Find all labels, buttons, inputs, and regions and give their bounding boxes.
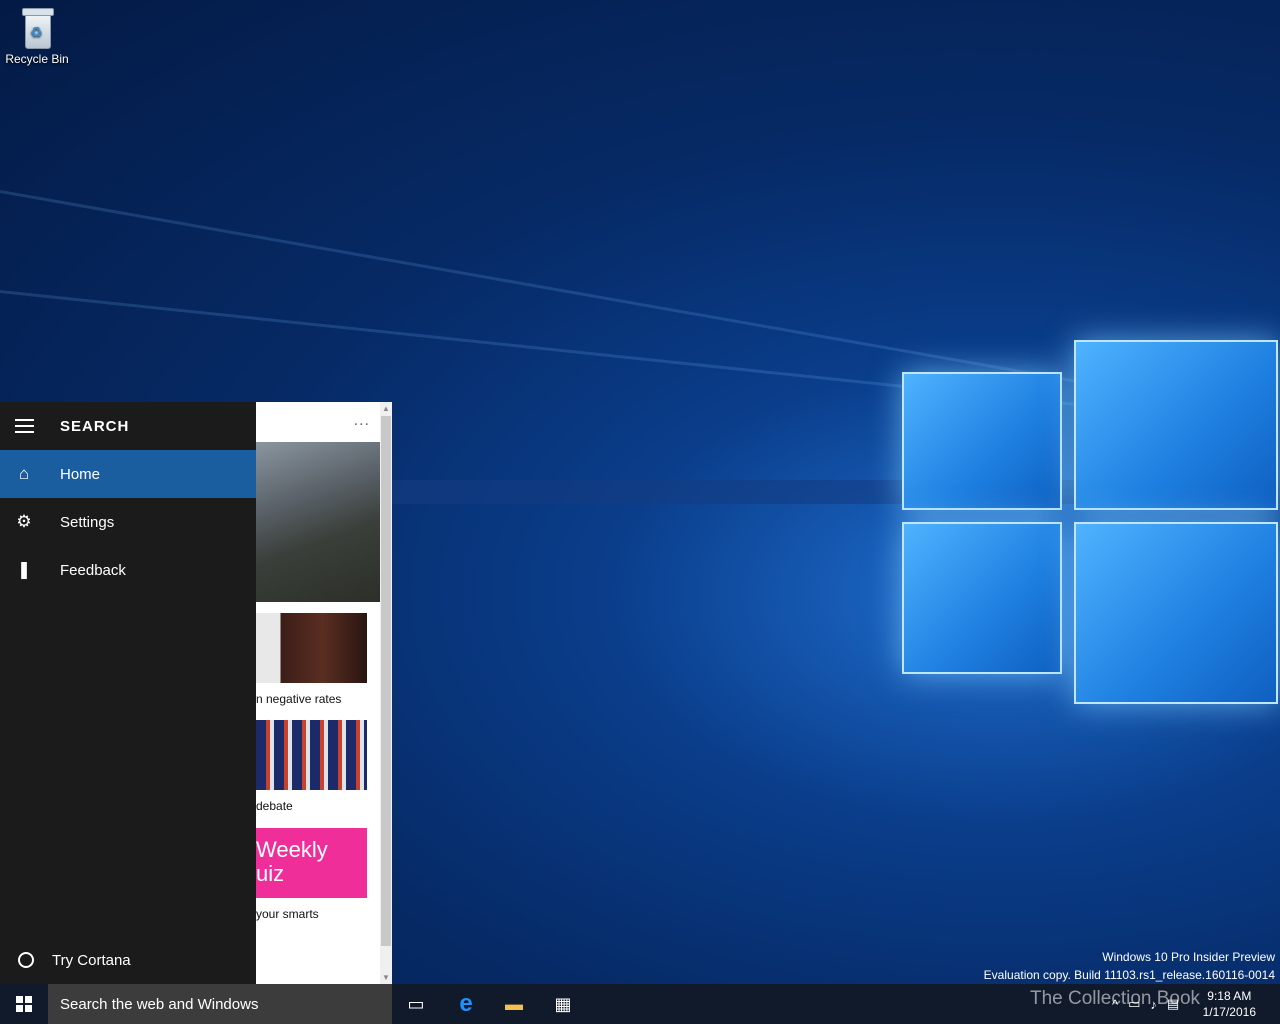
build-watermark-line2: Evaluation copy. Build 11103.rs1_release… xyxy=(983,968,1275,982)
feedback-icon: ❚ xyxy=(16,560,32,579)
quiz-card-text: Weekly uiz xyxy=(256,837,328,886)
search-panel-header: SEARCH xyxy=(0,402,256,450)
news-caption[interactable]: debate xyxy=(256,799,293,813)
store-icon[interactable]: ▦ xyxy=(539,984,587,1024)
try-cortana-button[interactable]: Try Cortana xyxy=(0,942,256,978)
task-view-icon[interactable]: ▭ xyxy=(392,984,440,1024)
news-caption[interactable]: n negative rates xyxy=(256,692,341,706)
nav-item-label: Settings xyxy=(60,513,115,531)
home-icon: ⌂ xyxy=(18,464,30,483)
recycle-bin-icon: ♻ xyxy=(20,6,54,50)
recycle-bin-label: Recycle Bin xyxy=(5,52,69,66)
file-explorer-icon[interactable]: ▬ xyxy=(490,984,538,1024)
windows-logo-pane xyxy=(902,522,1062,674)
clock-time: 9:18 AM xyxy=(1207,989,1252,1003)
clock-date: 1/17/2016 xyxy=(1202,1005,1256,1019)
recycle-bin[interactable]: ♻ Recycle Bin xyxy=(4,6,70,66)
build-watermark-line1: Windows 10 Pro Insider Preview xyxy=(1102,950,1275,964)
windows-logo-pane xyxy=(902,372,1062,510)
news-card-image[interactable] xyxy=(256,613,367,683)
nav-item-label: Home xyxy=(60,465,101,483)
search-placeholder: Search the web and Windows xyxy=(60,995,259,1013)
news-card-image[interactable] xyxy=(256,720,367,790)
news-feed-pane: ... n negative rates debate Weekly uiz y… xyxy=(256,402,380,984)
nav-item-home[interactable]: ⌂ Home xyxy=(0,450,256,498)
try-cortana-label: Try Cortana xyxy=(52,951,131,969)
windows-logo-icon xyxy=(16,996,32,1012)
nav-item-feedback[interactable]: ❚ Feedback xyxy=(0,546,256,594)
quiz-card-image[interactable]: Weekly uiz xyxy=(256,828,367,898)
windows-logo-pane xyxy=(1074,340,1278,510)
start-button[interactable] xyxy=(0,984,48,1024)
scroll-down-icon[interactable]: ▼ xyxy=(382,973,390,982)
nav-item-settings[interactable]: ⚙ Settings xyxy=(0,498,256,546)
scrollbar-thumb[interactable] xyxy=(381,416,391,946)
windows-logo-pane xyxy=(1074,522,1278,704)
gear-icon: ⚙ xyxy=(16,512,32,531)
feed-scrollbar[interactable]: ▲ ▼ xyxy=(380,402,392,984)
clock[interactable]: 9:18 AM 1/17/2016 xyxy=(1203,988,1256,1020)
nav-item-label: Feedback xyxy=(60,561,126,579)
news-hero-image[interactable] xyxy=(256,442,380,602)
cortana-ring-icon xyxy=(18,952,34,968)
search-panel-title: SEARCH xyxy=(60,417,130,435)
scroll-up-icon[interactable]: ▲ xyxy=(382,404,390,413)
watermark-brand-text: The Collection Book xyxy=(1030,988,1201,1009)
edge-browser-icon[interactable]: e xyxy=(442,984,490,1024)
more-options-button[interactable]: ... xyxy=(354,412,370,430)
news-caption[interactable]: your smarts xyxy=(256,907,319,921)
search-nav-panel: SEARCH ⌂ Home ⚙ Settings ❚ Feedback Try … xyxy=(0,402,256,984)
hamburger-menu-icon[interactable] xyxy=(0,402,48,450)
taskbar-search-box[interactable]: Search the web and Windows xyxy=(48,984,392,1024)
